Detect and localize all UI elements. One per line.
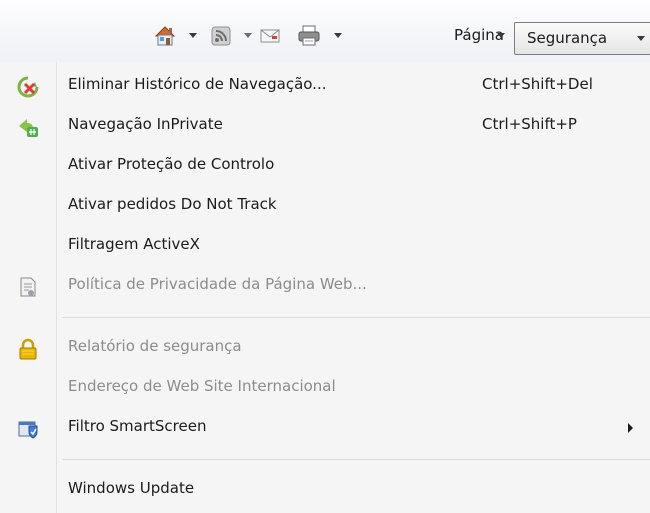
menu-separator — [62, 317, 650, 318]
menu-item-label: Windows Update — [68, 479, 195, 497]
print-button[interactable] — [297, 24, 321, 48]
menu-item-label: Política de Privacidade da Página Web... — [68, 275, 367, 293]
menu-item-webpage-privacy-policy: Política de Privacidade da Página Web... — [0, 266, 650, 306]
command-bar: Página Segurança — [0, 0, 650, 62]
printer-icon — [298, 25, 320, 46]
submenu-arrow-icon — [628, 423, 633, 433]
menu-item-label: Filtragem ActiveX — [68, 235, 200, 253]
safety-menu-button[interactable]: Segurança — [514, 22, 650, 55]
menu-separator — [62, 459, 650, 460]
home-icon — [154, 26, 176, 46]
safety-menu-label: Segurança — [527, 29, 608, 47]
menu-item-label: Ativar pedidos Do Not Track — [68, 195, 277, 213]
menu-item-label: Ativar Proteção de Controlo — [68, 155, 275, 173]
menu-item-tracking-protection[interactable]: Ativar Proteção de Controlo — [0, 146, 650, 186]
menu-item-label: Navegação InPrivate — [68, 115, 223, 133]
menu-item-label: Endereço de Web Site Internacional — [68, 377, 336, 395]
home-button[interactable] — [153, 24, 177, 48]
menu-item-shortcut: Ctrl+Shift+Del — [482, 75, 593, 93]
menu-item-windows-update[interactable]: Windows Update — [0, 470, 650, 510]
privacy-policy-icon — [20, 277, 36, 297]
menu-item-delete-browsing-history[interactable]: Eliminar Histórico de Navegação... Ctrl+… — [0, 66, 650, 106]
feeds-button[interactable] — [210, 24, 232, 48]
read-mail-button[interactable] — [260, 24, 280, 48]
menu-item-do-not-track[interactable]: Ativar pedidos Do Not Track — [0, 186, 650, 226]
menu-item-inprivate-browsing[interactable]: Navegação InPrivate Ctrl+Shift+P — [0, 106, 650, 146]
safety-dropdown-arrow-icon — [637, 36, 645, 41]
inprivate-icon — [19, 119, 38, 137]
home-dropdown-arrow-icon[interactable] — [189, 33, 197, 38]
delete-history-icon — [17, 76, 39, 98]
print-dropdown-arrow-icon[interactable] — [334, 33, 342, 38]
feeds-dropdown-arrow-icon[interactable] — [244, 33, 252, 38]
smartscreen-filter-icon — [18, 421, 38, 439]
safety-dropdown-menu: Eliminar Histórico de Navegação... Ctrl+… — [0, 62, 650, 513]
mail-icon — [260, 29, 280, 43]
page-dropdown-arrow-icon[interactable] — [497, 33, 505, 38]
menu-item-smartscreen-filter[interactable]: Filtro SmartScreen — [0, 408, 650, 448]
rss-feed-icon — [211, 26, 231, 46]
menu-item-label: Filtro SmartScreen — [68, 417, 207, 435]
menu-item-security-report: Relatório de segurança — [0, 328, 650, 368]
menu-item-label: Eliminar Histórico de Navegação... — [68, 75, 327, 93]
menu-item-international-website-address: Endereço de Web Site Internacional — [0, 368, 650, 408]
padlock-icon — [19, 338, 37, 360]
menu-item-shortcut: Ctrl+Shift+P — [482, 115, 577, 133]
menu-item-label: Relatório de segurança — [68, 337, 242, 355]
menu-item-activex-filtering[interactable]: Filtragem ActiveX — [0, 226, 650, 266]
